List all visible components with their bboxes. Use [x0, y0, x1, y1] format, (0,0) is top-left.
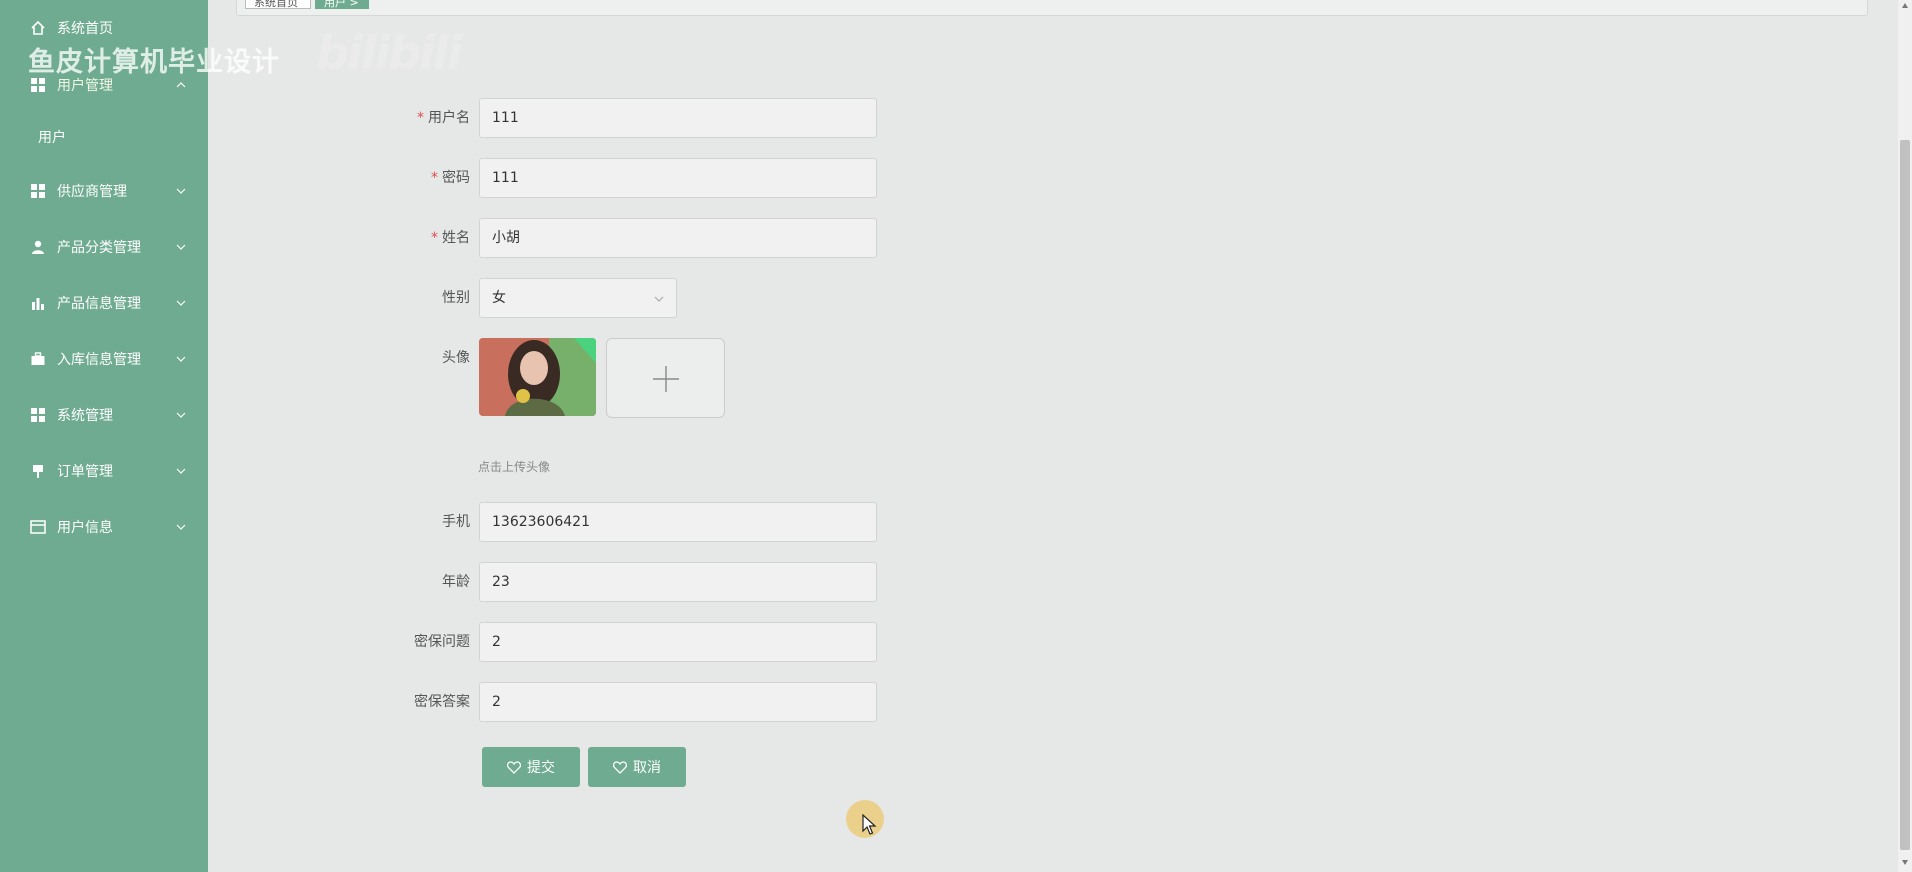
chevron-down-icon [176, 356, 186, 362]
security-answer-label: 密保答案 [414, 694, 470, 710]
cancel-button[interactable]: 取消 [588, 747, 686, 787]
gender-label: 性别 [442, 290, 470, 306]
sidebar-item-label: 产品信息管理 [57, 296, 141, 312]
heart-icon [507, 760, 521, 774]
submit-button-label: 提交 [527, 760, 555, 776]
sidebar-item-inbound-info[interactable]: 入库信息管理 [0, 337, 208, 381]
watermark-text: 鱼皮计算机毕业设计 [28, 47, 280, 78]
breadcrumb: 系统首页 用户 > [236, 0, 1868, 16]
bar-chart-icon [29, 294, 47, 312]
chevron-up-icon [176, 82, 186, 88]
phone-input[interactable]: 13623606421 [479, 502, 877, 542]
avatar-label: 头像 [442, 350, 470, 366]
username-input[interactable]: 111 [479, 98, 877, 138]
grid-icon [29, 406, 47, 424]
chevron-down-icon [176, 300, 186, 306]
sidebar-subitem-user[interactable]: 用户 [0, 115, 208, 159]
username-label: * 用户名 [417, 110, 470, 126]
scroll-up-icon[interactable] [1901, 2, 1909, 10]
pin-icon [29, 462, 47, 480]
avatar-upload-hint: 点击上传头像 [478, 460, 551, 474]
sidebar-item-label: 供应商管理 [57, 184, 127, 200]
required-mark: * [431, 170, 438, 186]
chevron-down-icon [654, 296, 664, 302]
briefcase-icon [29, 350, 47, 368]
security-question-label: 密保问题 [414, 634, 470, 650]
sidebar-item-label: 系统管理 [57, 408, 113, 424]
card-icon [29, 518, 47, 536]
phone-label: 手机 [442, 514, 470, 530]
name-label: * 姓名 [431, 230, 470, 246]
age-input[interactable]: 23 [479, 562, 877, 602]
sidebar-item-user-info[interactable]: 用户信息 [0, 505, 208, 549]
mouse-pointer-icon [862, 814, 877, 835]
breadcrumb-current: 用户 > [315, 0, 369, 9]
sidebar-item-system-management[interactable]: 系统管理 [0, 393, 208, 437]
scroll-down-icon[interactable] [1901, 858, 1909, 866]
sidebar-item-order-management[interactable]: 订单管理 [0, 449, 208, 493]
sidebar-item-supplier-management[interactable]: 供应商管理 [0, 169, 208, 213]
age-label: 年龄 [442, 574, 470, 590]
gender-select[interactable]: 女 [479, 278, 677, 318]
password-input[interactable]: 111 [479, 158, 877, 198]
sidebar-item-label: 订单管理 [57, 464, 113, 480]
sidebar-item-label: 系统首页 [57, 21, 113, 37]
sidebar-item-product-category[interactable]: 产品分类管理 [0, 225, 208, 269]
cancel-button-label: 取消 [633, 760, 661, 776]
sidebar-item-label: 入库信息管理 [57, 352, 141, 368]
submit-button[interactable]: 提交 [482, 747, 580, 787]
grid-icon [29, 182, 47, 200]
scrollbar-thumb[interactable] [1900, 140, 1910, 850]
avatar-image[interactable] [479, 338, 596, 416]
security-question-input[interactable]: 2 [479, 622, 877, 662]
avatar-upload-button[interactable] [606, 338, 725, 418]
required-mark: * [431, 230, 438, 246]
watermark-logo: bilibili [316, 26, 462, 80]
chevron-down-icon [176, 412, 186, 418]
chevron-down-icon [176, 188, 186, 194]
sidebar-item-label: 用户 [38, 130, 66, 146]
heart-icon [613, 760, 627, 774]
home-icon [29, 19, 47, 37]
chevron-down-icon [176, 244, 186, 250]
sidebar-item-label: 用户信息 [57, 520, 113, 536]
required-mark: * [417, 110, 424, 126]
security-answer-input[interactable]: 2 [479, 682, 877, 722]
chevron-down-icon [176, 468, 186, 474]
breadcrumb-home[interactable]: 系统首页 [245, 0, 311, 9]
gender-select-value: 女 [492, 290, 506, 306]
sidebar-item-product-info[interactable]: 产品信息管理 [0, 281, 208, 325]
sidebar: 系统首页 用户管理 用户 供应商管理 产品分类管理 产品信息管理 入库信息管理 … [0, 0, 208, 872]
sidebar-item-label: 产品分类管理 [57, 240, 141, 256]
chevron-down-icon [176, 524, 186, 530]
plus-icon [653, 366, 679, 392]
name-input[interactable]: 小胡 [479, 218, 877, 258]
user-icon [29, 238, 47, 256]
password-label: * 密码 [431, 170, 470, 186]
